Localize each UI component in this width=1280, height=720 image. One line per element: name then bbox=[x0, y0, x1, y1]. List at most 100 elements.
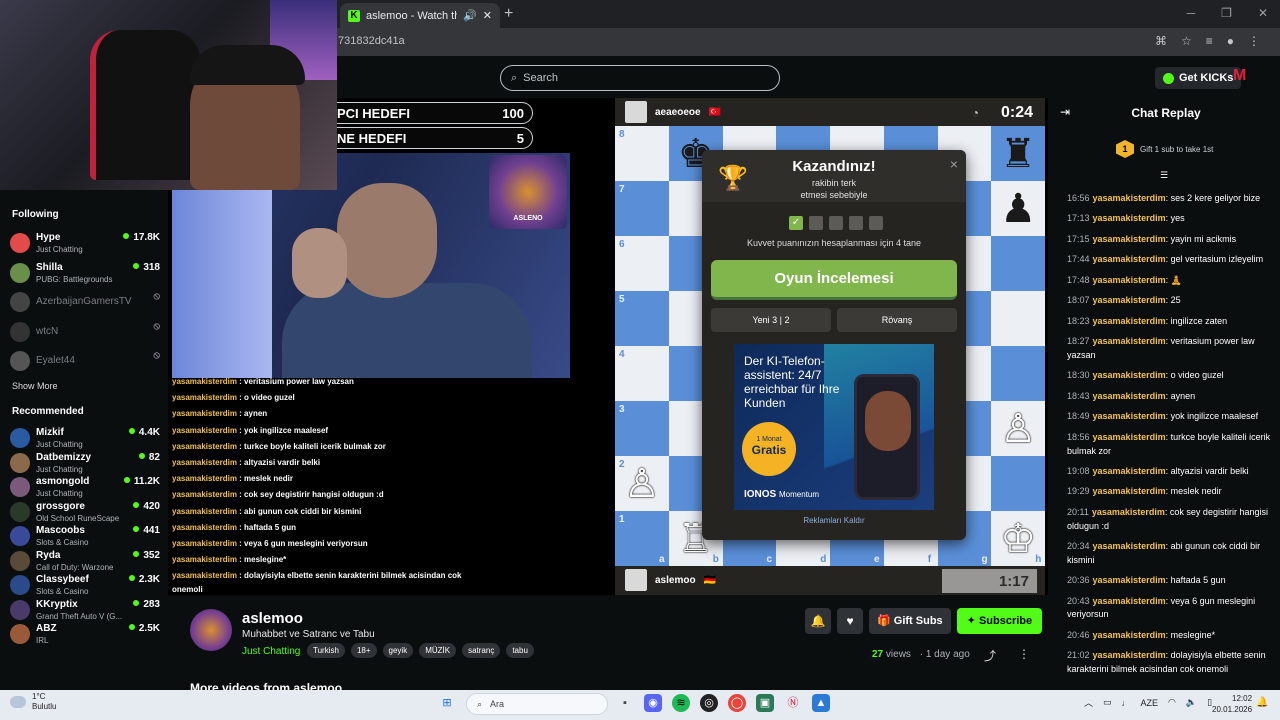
sidebar-channel-item[interactable]: wtcN ⦸ bbox=[10, 319, 160, 347]
tag-chip[interactable]: Turkish bbox=[307, 643, 345, 658]
modal-close-icon[interactable]: × bbox=[950, 156, 958, 172]
new-tab-button[interactable]: + bbox=[504, 5, 513, 23]
show-more-link[interactable]: Show More bbox=[12, 381, 58, 391]
board-square[interactable]: ♜ bbox=[991, 126, 1045, 181]
user-menu-icon[interactable]: M bbox=[1233, 67, 1255, 89]
chrome-icon[interactable]: ◯ bbox=[728, 694, 746, 712]
tag-chip[interactable]: satranç bbox=[462, 643, 501, 658]
chat-username[interactable]: yasamakisterdim bbox=[1093, 432, 1166, 442]
keyboard-language[interactable]: AZE bbox=[1141, 698, 1159, 708]
sidebar-channel-item[interactable]: AzerbaijanGamersTV ⦸ bbox=[10, 289, 160, 317]
game-review-button[interactable]: Oyun İncelemesi bbox=[711, 260, 957, 300]
pinned-filter-icon[interactable]: ☰ bbox=[1160, 170, 1168, 181]
minimize-icon[interactable]: ─ bbox=[1187, 6, 1196, 20]
remove-ads-link[interactable]: Reklamları Kaldır bbox=[702, 516, 966, 525]
chat-username[interactable]: yasamakisterdim bbox=[1093, 486, 1166, 496]
chat-username[interactable]: yasamakisterdim bbox=[1093, 630, 1166, 640]
subscribe-button[interactable]: ✦ Subscribe bbox=[956, 608, 1043, 634]
notification-bell-button[interactable]: 🔔 bbox=[805, 608, 831, 634]
channel-avatar[interactable] bbox=[190, 609, 232, 651]
more-options-icon[interactable]: ⋮ bbox=[1018, 647, 1030, 661]
chat-username[interactable]: yasamakisterdim bbox=[1093, 596, 1166, 606]
rematch-button[interactable]: Rövanş bbox=[837, 308, 957, 332]
tag-chip[interactable]: MÜZİK bbox=[419, 643, 457, 658]
taskbar-clock[interactable]: 12:02 20.01.2026 bbox=[1212, 693, 1252, 715]
chat-username[interactable]: yasamakisterdim bbox=[1093, 541, 1166, 551]
category-link[interactable]: Just Chatting bbox=[242, 646, 300, 657]
sidebar-channel-item[interactable]: Eyalet44 ⦸ bbox=[10, 348, 160, 376]
chat-username[interactable]: yasamakisterdim bbox=[1093, 391, 1166, 401]
sidebar-channel-item[interactable]: ABZ IRL 2.5K bbox=[10, 621, 160, 649]
board-square[interactable]: 8 bbox=[615, 126, 669, 181]
chat-username[interactable]: yasamakisterdim bbox=[1093, 466, 1166, 476]
discord-icon[interactable]: ◉ bbox=[644, 694, 662, 712]
chat-username[interactable]: yasamakisterdim bbox=[1093, 575, 1166, 585]
chat-username[interactable]: yasamakisterdim bbox=[1092, 507, 1165, 517]
board-square[interactable]: ♟ bbox=[991, 181, 1045, 236]
opera-gx-icon[interactable]: Ⓝ bbox=[784, 694, 802, 712]
app-icon[interactable]: ▣ bbox=[756, 694, 774, 712]
url-text[interactable]: 731832dc41a bbox=[338, 35, 405, 47]
sidebar-channel-item[interactable]: Hype Just Chatting 17.8K bbox=[10, 230, 160, 258]
chat-username[interactable]: yasamakisterdim bbox=[1093, 295, 1166, 305]
board-square[interactable]: 4 bbox=[615, 346, 669, 401]
chess-piece[interactable]: ♙ bbox=[624, 464, 660, 504]
weather-widget[interactable]: 1°C Bulutlu bbox=[10, 692, 56, 712]
translate-icon[interactable]: ⌘ bbox=[1155, 34, 1167, 48]
chat-username[interactable]: yasamakisterdim bbox=[1093, 336, 1166, 346]
chat-username[interactable]: yasamakisterdim bbox=[1093, 275, 1166, 285]
camera-icon[interactable]: ▭ bbox=[1103, 697, 1112, 708]
volume-icon[interactable]: 🔈 bbox=[1186, 697, 1197, 708]
tab-close-icon[interactable]: ✕ bbox=[483, 9, 492, 22]
obs-icon[interactable]: ◎ bbox=[700, 694, 718, 712]
chat-username[interactable]: yasamakisterdim bbox=[1093, 316, 1166, 326]
profile-icon[interactable]: ● bbox=[1227, 34, 1234, 48]
media-controls-icon[interactable]: ≡ bbox=[1206, 34, 1213, 48]
board-square[interactable]: 2 ♙ bbox=[615, 456, 669, 511]
bookmark-star-icon[interactable]: ☆ bbox=[1181, 34, 1192, 48]
board-square[interactable]: 3 bbox=[615, 401, 669, 456]
chat-username[interactable]: yasamakisterdim bbox=[1093, 370, 1166, 380]
windows-start-icon[interactable]: ⊞ bbox=[438, 694, 456, 712]
board-square[interactable] bbox=[991, 346, 1045, 401]
tag-chip[interactable]: tabu bbox=[506, 643, 534, 658]
board-square[interactable]: ♙ bbox=[991, 401, 1045, 456]
restore-icon[interactable]: ❐ bbox=[1221, 6, 1232, 20]
follow-heart-button[interactable]: ♥ bbox=[837, 608, 863, 634]
chat-username[interactable]: yasamakisterdim bbox=[1093, 411, 1166, 421]
board-square[interactable] bbox=[991, 456, 1045, 511]
board-square[interactable]: 5 bbox=[615, 291, 669, 346]
photos-icon[interactable]: ▲ bbox=[812, 694, 830, 712]
chess-piece[interactable]: ♔ bbox=[1000, 519, 1036, 559]
board-square[interactable]: 1a bbox=[615, 511, 669, 566]
tag-chip[interactable]: 18+ bbox=[350, 643, 377, 658]
browser-tab[interactable]: K aslemoo - Watch the VOD 🔊 ✕ bbox=[340, 3, 500, 28]
file-explorer-icon[interactable]: ▪ bbox=[616, 694, 634, 712]
microphone-icon[interactable]: ♩ bbox=[1122, 698, 1131, 708]
board-square[interactable] bbox=[991, 291, 1045, 346]
chat-username[interactable]: yasamakisterdim bbox=[1093, 213, 1166, 223]
spotify-icon[interactable]: ≋ bbox=[672, 694, 690, 712]
chess-piece[interactable]: ♙ bbox=[1000, 409, 1036, 449]
board-square[interactable]: h ♔ bbox=[991, 511, 1045, 566]
gift-leaderboard[interactable]: 1 Gift 1 sub to take 1st bbox=[1116, 140, 1213, 158]
get-kicks-button[interactable]: Get KICKs bbox=[1155, 67, 1242, 89]
board-square[interactable] bbox=[991, 236, 1045, 291]
menu-icon[interactable]: ⋮ bbox=[1248, 34, 1260, 48]
new-game-button[interactable]: Yeni 3 | 2 bbox=[711, 308, 831, 332]
search-input[interactable]: ⌕ Search bbox=[500, 65, 780, 91]
chess-piece[interactable]: ♜ bbox=[1000, 134, 1036, 174]
chess-piece[interactable]: ♟ bbox=[1000, 189, 1036, 229]
notification-bell-icon[interactable]: 🔔 bbox=[1256, 697, 1268, 708]
wifi-icon[interactable]: ◠ bbox=[1168, 697, 1176, 708]
tray-overflow-icon[interactable]: ︿ bbox=[1084, 696, 1093, 709]
channel-name[interactable]: aslemoo bbox=[242, 610, 303, 627]
tag-chip[interactable]: geyik bbox=[382, 643, 414, 658]
advertisement[interactable]: Der KI-Telefon-assistent: 24/7 erreichba… bbox=[734, 344, 934, 510]
chat-username[interactable]: yasamakisterdim bbox=[1093, 234, 1166, 244]
chat-username[interactable]: yasamakisterdim bbox=[1093, 650, 1166, 660]
taskbar-search[interactable]: ⌕ Ara bbox=[466, 693, 608, 715]
close-window-icon[interactable]: ✕ bbox=[1258, 6, 1268, 20]
gift-subs-button[interactable]: 🎁 Gift Subs bbox=[869, 608, 951, 634]
chat-username[interactable]: yasamakisterdim bbox=[1093, 193, 1166, 203]
